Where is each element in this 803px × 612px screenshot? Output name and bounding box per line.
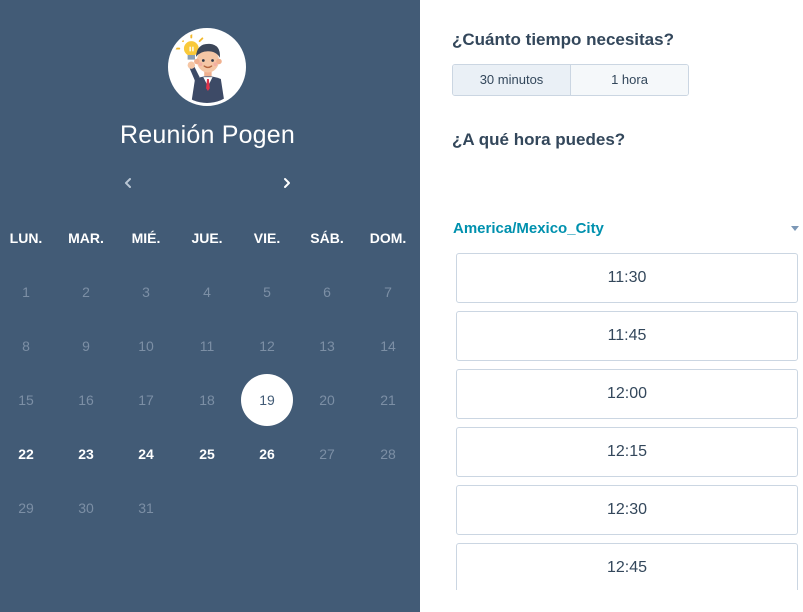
meeting-title: Reunión Pogen [120,121,295,149]
calendar-day[interactable]: 23 [60,428,112,480]
caret-down-icon[interactable] [791,226,799,231]
calendar-day: 15 [18,392,34,408]
chevron-left-icon [125,178,131,188]
calendar-day: 18 [199,392,215,408]
time-slot-button[interactable]: 12:15 [456,427,798,477]
calendar-day: 21 [380,392,396,408]
calendar-day: 7 [384,284,392,300]
calendar-day: 16 [78,392,94,408]
avatar-illustration [174,32,225,103]
calendar-day: 31 [138,500,154,516]
calendar-panel: Reunión Pogen LUN. MAR. MIÉ. JUE. VIE. SÁB. DO… [0,0,420,612]
calendar-day: 6 [323,284,331,300]
calendar-day: 5 [263,284,271,300]
businessman-lightbulb-avatar [168,28,246,106]
duration-question: ¿Cuánto tiempo necesitas? [452,30,674,49]
weekday-label: DOM. [369,230,407,246]
previous-month-button[interactable] [120,173,136,193]
weekday-header: LUN. MAR. MIÉ. JUE. VIE. SÁB. DOM. [0,230,420,248]
calendar-day: 2 [82,284,90,300]
time-slot-button[interactable]: 12:30 [456,485,798,535]
calendar-day[interactable]: 26 [241,428,293,480]
calendar-day-selected[interactable]: 19 [241,374,293,426]
duration-option-1-hour[interactable]: 1 hora [571,65,688,95]
calendar-day: 17 [138,392,154,408]
time-slot-button[interactable]: 12:00 [456,369,798,419]
calendar-day: 28 [380,446,396,462]
weekday-label: MAR. [68,230,104,246]
time-slot-list[interactable]: 11:30 11:45 12:00 12:15 12:30 12:45 [456,253,798,590]
calendar-day: 4 [203,284,211,300]
next-month-button[interactable] [279,173,295,193]
time-slot-button[interactable]: 11:30 [456,253,798,303]
calendar-day: 13 [319,338,335,354]
calendar-day: 10 [138,338,154,354]
time-slot-button[interactable]: 11:45 [456,311,798,361]
calendar-day[interactable]: 24 [120,428,172,480]
duration-option-30-min[interactable]: 30 minutos [453,65,571,95]
time-question: ¿A qué hora puedes? [452,130,626,149]
booking-panel: ¿Cuánto tiempo necesitas? 30 minutos 1 h… [420,0,803,612]
calendar-day[interactable]: 22 [0,428,52,480]
calendar-day: 8 [22,338,30,354]
calendar-day: 3 [142,284,150,300]
timezone-selector[interactable]: America/Mexico_City [453,220,604,237]
calendar-day: 30 [78,500,94,516]
weekday-label: LUN. [9,230,43,246]
calendar-day[interactable]: 25 [181,428,233,480]
calendar-day: 12 [259,338,275,354]
time-slot-button[interactable]: 12:45 [456,543,798,590]
weekday-label: SÁB. [310,230,344,246]
calendar-day: 20 [319,392,335,408]
calendar-day: 11 [199,338,215,354]
weekday-label: MIÉ. [131,230,161,246]
calendar-day: 9 [82,338,90,354]
calendar-day: 27 [319,446,335,462]
weekday-label: JUE. [191,230,223,246]
calendar-day: 1 [22,284,30,300]
weekday-label: VIE. [253,230,281,246]
calendar-day: 14 [380,338,396,354]
chevron-right-icon [284,178,290,188]
duration-selector: 30 minutos 1 hora [452,64,689,96]
calendar-day: 29 [18,500,34,516]
